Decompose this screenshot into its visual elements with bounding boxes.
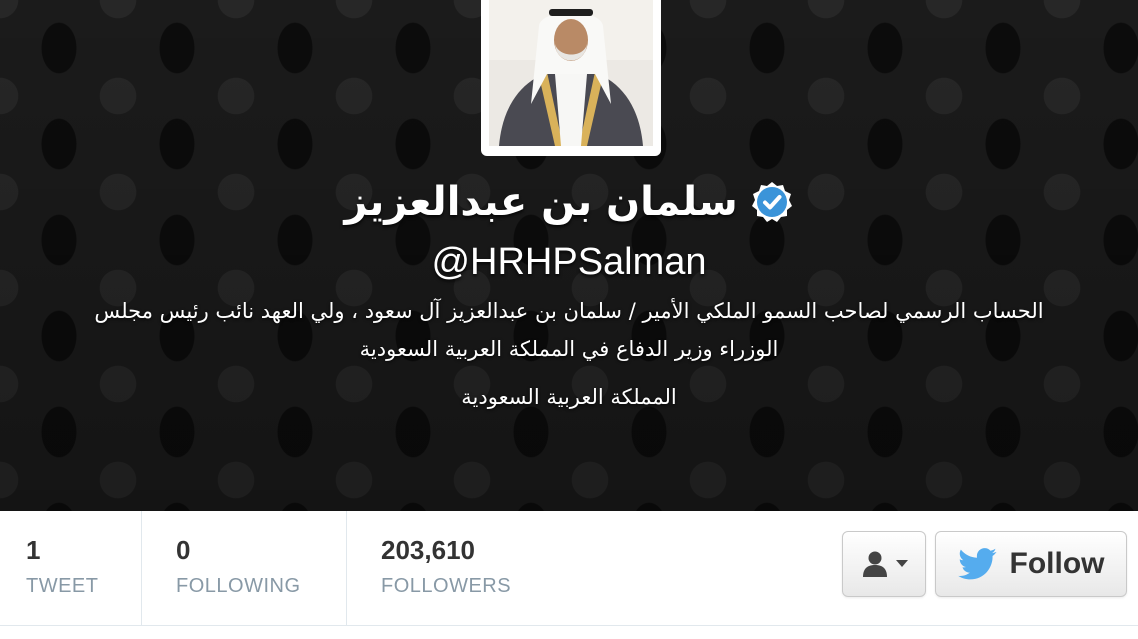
avatar-photo: [489, 0, 653, 146]
verified-badge-icon: [751, 182, 792, 222]
profile-handle[interactable]: @HRHPSalman: [0, 240, 1138, 284]
profile-location: المملكة العربية السعودية: [461, 385, 677, 409]
profile-name-row: سلمان بن عبدالعزيز: [0, 172, 1138, 232]
stat-followers[interactable]: 203,610 FOLLOWERS: [347, 511, 587, 625]
stat-followers-label: FOLLOWERS: [381, 575, 512, 597]
display-name: سلمان بن عبدالعزيز: [344, 179, 738, 225]
stat-tweets-value: 1: [26, 535, 41, 565]
stat-followers-value: 203,610: [381, 535, 475, 565]
user-icon: [863, 551, 887, 577]
stat-following-value: 0: [176, 535, 191, 565]
profile-avatar[interactable]: [481, 0, 661, 156]
stat-following-label: FOLLOWING: [176, 575, 301, 597]
follow-button-label: Follow: [1009, 547, 1105, 580]
profile-bio: الحساب الرسمي لصاحب السمو الملكي الأمير …: [94, 299, 1044, 361]
stat-tweets-label: TWEET: [26, 575, 99, 597]
caret-down-icon: [896, 560, 908, 567]
stat-tweets[interactable]: 1 TWEET: [0, 511, 142, 625]
stat-following[interactable]: 0 FOLLOWING: [142, 511, 347, 625]
follow-button[interactable]: Follow: [935, 531, 1127, 597]
user-actions-button[interactable]: [842, 531, 926, 597]
twitter-bird-icon: [957, 548, 997, 580]
